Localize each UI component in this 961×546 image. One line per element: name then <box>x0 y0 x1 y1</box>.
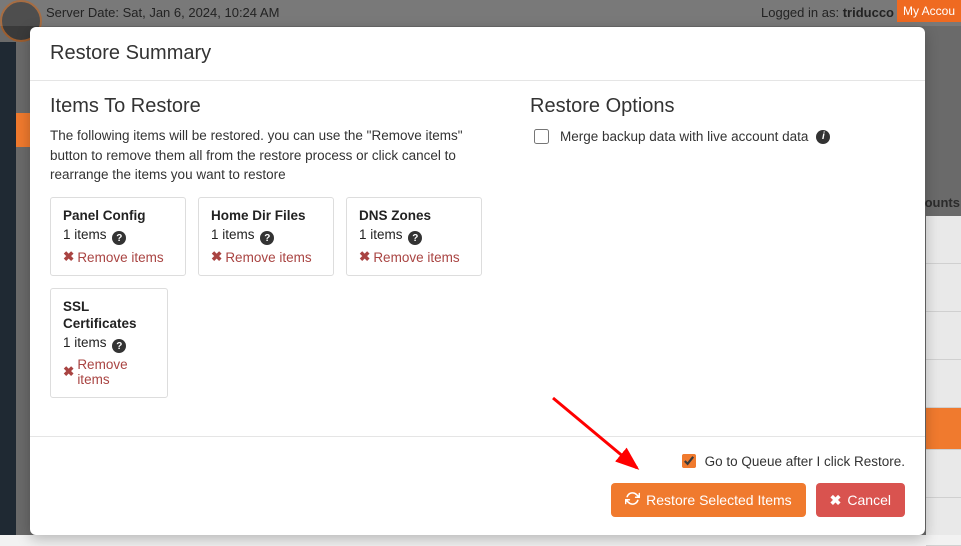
modal-title: Restore Summary <box>50 42 905 65</box>
item-card-ssl-certificates: SSL Certificates 1 items ? ✖ Remove item… <box>50 288 168 398</box>
modal-body: Items To Restore The following items wil… <box>30 81 925 436</box>
close-icon: ✖ <box>830 492 842 509</box>
remove-items-link[interactable]: ✖ Remove items <box>63 357 155 387</box>
cancel-button[interactable]: ✖ Cancel <box>816 483 905 517</box>
items-to-restore-section: Items To Restore The following items wil… <box>50 95 500 436</box>
bk-row <box>926 312 961 360</box>
bk-row <box>926 360 961 408</box>
item-count: 1 items ? <box>63 335 155 354</box>
close-icon: ✖ <box>63 364 74 380</box>
restore-options-section: Restore Options Merge backup data with l… <box>530 95 905 436</box>
modal-header: Restore Summary <box>30 27 925 81</box>
help-icon[interactable]: ? <box>260 231 274 245</box>
item-count: 1 items ? <box>359 227 469 246</box>
item-title: Panel Config <box>63 208 173 225</box>
merge-option-row[interactable]: Merge backup data with live account data… <box>530 126 905 147</box>
restore-selected-button[interactable]: Restore Selected Items <box>611 483 806 517</box>
close-icon: ✖ <box>211 249 222 265</box>
my-account-button[interactable]: My Accou <box>897 0 961 22</box>
items-section-desc: The following items will be restored. yo… <box>50 126 500 185</box>
remove-label: Remove items <box>77 357 155 387</box>
queue-label: Go to Queue after I click Restore. <box>705 454 905 469</box>
refresh-icon <box>625 491 640 509</box>
bk-row <box>926 450 961 498</box>
items-grid: Panel Config 1 items ? ✖ Remove items Ho… <box>50 197 500 399</box>
bk-rightcol <box>926 216 961 535</box>
help-icon[interactable]: ? <box>112 231 126 245</box>
bk-row <box>926 216 961 264</box>
item-card-dns-zones: DNS Zones 1 items ? ✖ Remove items <box>346 197 482 276</box>
close-icon: ✖ <box>359 249 370 265</box>
footer-buttons: Restore Selected Items ✖ Cancel <box>611 483 905 517</box>
remove-items-link[interactable]: ✖ Remove items <box>63 249 164 265</box>
bk-row <box>926 264 961 312</box>
logged-in-prefix: Logged in as: <box>761 5 843 20</box>
options-section-title: Restore Options <box>530 95 905 118</box>
item-count-text: 1 items <box>211 227 255 242</box>
remove-items-link[interactable]: ✖ Remove items <box>359 249 460 265</box>
info-icon[interactable]: i <box>816 130 830 144</box>
logged-in-user: triducco <box>843 5 894 20</box>
help-icon[interactable]: ? <box>112 339 126 353</box>
bk-column-header: ounts <box>925 195 960 210</box>
remove-label: Remove items <box>225 250 311 265</box>
cancel-button-label: Cancel <box>847 492 891 508</box>
modal-footer: Go to Queue after I click Restore. Resto… <box>30 436 925 535</box>
item-count-text: 1 items <box>63 227 107 242</box>
merge-label: Merge backup data with live account data <box>560 129 808 144</box>
item-title: SSL Certificates <box>63 299 155 333</box>
remove-label: Remove items <box>373 250 459 265</box>
topbar: Server Date: Sat, Jan 6, 2024, 10:24 AM … <box>0 0 961 26</box>
merge-checkbox[interactable] <box>534 129 549 144</box>
queue-checkbox[interactable] <box>682 454 696 468</box>
item-card-panel-config: Panel Config 1 items ? ✖ Remove items <box>50 197 186 276</box>
item-count: 1 items ? <box>211 227 321 246</box>
item-count-text: 1 items <box>63 335 107 350</box>
restore-button-label: Restore Selected Items <box>646 492 792 508</box>
bk-sidebar <box>0 42 16 535</box>
server-date: Server Date: Sat, Jan 6, 2024, 10:24 AM <box>46 5 279 20</box>
bk-active-nav <box>16 113 30 147</box>
item-title: DNS Zones <box>359 208 469 225</box>
bk-row-highlight <box>926 408 961 450</box>
bk-row <box>926 498 961 546</box>
remove-label: Remove items <box>77 250 163 265</box>
item-card-home-dir: Home Dir Files 1 items ? ✖ Remove items <box>198 197 334 276</box>
item-count-text: 1 items <box>359 227 403 242</box>
item-count: 1 items ? <box>63 227 173 246</box>
item-title: Home Dir Files <box>211 208 321 225</box>
logged-in-as: Logged in as: triducco | <box>761 5 901 20</box>
restore-summary-modal: Restore Summary Items To Restore The fol… <box>30 27 925 535</box>
queue-option-row[interactable]: Go to Queue after I click Restore. <box>678 451 905 471</box>
items-section-title: Items To Restore <box>50 95 500 118</box>
remove-items-link[interactable]: ✖ Remove items <box>211 249 312 265</box>
close-icon: ✖ <box>63 249 74 265</box>
help-icon[interactable]: ? <box>408 231 422 245</box>
